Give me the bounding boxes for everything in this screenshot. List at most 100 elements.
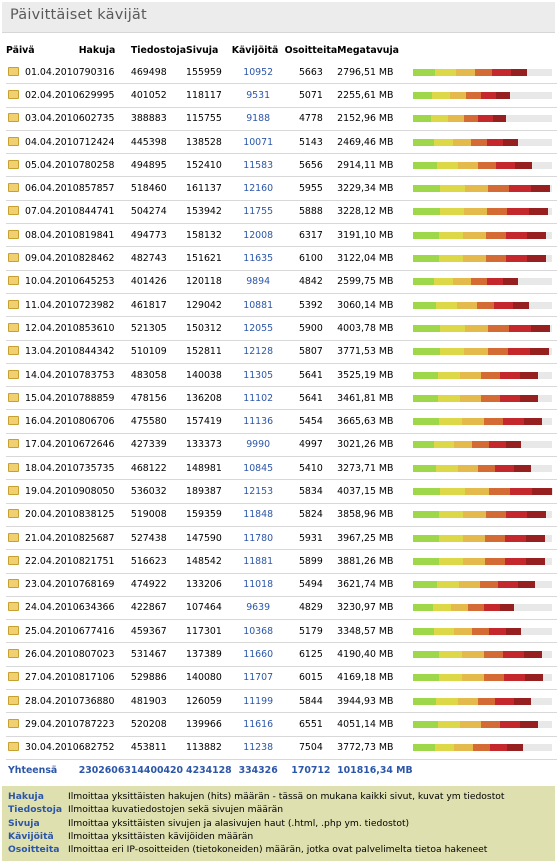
row-osoitteita: 6125 [285, 643, 338, 666]
row-kavijoita[interactable]: 11635 [232, 247, 285, 270]
traffic-bar-remainder [510, 92, 552, 99]
row-kavijoita[interactable]: 11660 [232, 643, 285, 666]
traffic-bar-segment [468, 604, 483, 611]
traffic-bar-remainder [518, 278, 551, 285]
row-tiedostoja: 494895 [131, 154, 186, 177]
row-kavijoita[interactable]: 10881 [232, 293, 285, 316]
row-date-cell: 12.04.2010 [6, 317, 79, 340]
row-bar-cell [413, 573, 557, 596]
traffic-bar-segment [439, 558, 463, 565]
traffic-bar-segment [464, 208, 487, 215]
traffic-bar [413, 558, 552, 565]
row-kavijoita[interactable]: 11755 [232, 200, 285, 223]
row-kavijoita[interactable]: 10071 [232, 130, 285, 153]
traffic-bar-segment [454, 441, 472, 448]
row-sivuja: 133206 [186, 573, 232, 596]
row-kavijoita[interactable]: 11238 [232, 736, 285, 759]
table-row: 28.04.2010736880481903126059111995844394… [6, 690, 557, 713]
row-kavijoita[interactable]: 11305 [232, 363, 285, 386]
row-megatavuja: 4003,78 MB [337, 317, 413, 340]
row-kavijoita[interactable]: 10952 [232, 61, 285, 84]
row-osoitteita: 4842 [285, 270, 338, 293]
row-bar-cell [413, 200, 557, 223]
row-sivuja: 126059 [186, 690, 232, 713]
traffic-bar-segment [465, 488, 489, 495]
traffic-bar-segment [462, 651, 484, 658]
traffic-bar-segment [462, 674, 484, 681]
row-kavijoita[interactable]: 11583 [232, 154, 285, 177]
traffic-bar-segment [456, 69, 475, 76]
folder-icon [8, 626, 19, 635]
traffic-bar-segment [526, 558, 545, 565]
legend-term[interactable]: Osoitteita [8, 843, 68, 856]
row-kavijoita[interactable]: 9639 [232, 596, 285, 619]
traffic-bar [413, 581, 552, 588]
row-date: 03.04.2010 [25, 113, 79, 124]
traffic-bar-segment [413, 208, 440, 215]
row-kavijoita[interactable]: 12128 [232, 340, 285, 363]
row-kavijoita[interactable]: 11018 [232, 573, 285, 596]
folder-icon [8, 206, 19, 215]
row-hakuja: 853610 [79, 317, 131, 340]
row-kavijoita[interactable]: 12008 [232, 224, 285, 247]
traffic-bar-segment [439, 418, 462, 425]
traffic-bar-segment [509, 325, 531, 332]
row-bar-cell [413, 736, 557, 759]
table-row: 15.04.2010788859478156136208111025641346… [6, 387, 557, 410]
traffic-bar-segment [506, 255, 527, 262]
traffic-bar [413, 441, 552, 448]
traffic-bar-segment [503, 139, 518, 146]
row-kavijoita[interactable]: 11136 [232, 410, 285, 433]
folder-icon [8, 486, 19, 495]
legend-term[interactable]: Hakuja [8, 790, 68, 803]
row-kavijoita[interactable]: 11848 [232, 503, 285, 526]
row-tiedostoja: 475580 [131, 410, 186, 433]
traffic-bar-segment [486, 232, 506, 239]
row-sivuja: 118117 [186, 84, 232, 107]
row-kavijoita[interactable]: 9990 [232, 433, 285, 456]
folder-icon [8, 393, 19, 402]
row-kavijoita[interactable]: 10368 [232, 620, 285, 643]
table-row: 30.04.2010682752453811113882112387504377… [6, 736, 557, 759]
row-megatavuja: 4190,40 MB [337, 643, 413, 666]
table-body: 01.04.2010790316469498155959109525663279… [6, 61, 557, 759]
legend-term[interactable]: Tiedostoja [8, 803, 68, 816]
legend-term[interactable]: Kävijöitä [8, 830, 68, 843]
row-kavijoita[interactable]: 9894 [232, 270, 285, 293]
row-date: 12.04.2010 [25, 323, 79, 334]
traffic-bar-segment [463, 232, 486, 239]
row-kavijoita[interactable]: 12153 [232, 480, 285, 503]
traffic-bar-segment [439, 674, 463, 681]
traffic-bar-segment [464, 115, 478, 122]
row-kavijoita[interactable]: 9531 [232, 84, 285, 107]
row-tiedostoja: 531467 [131, 643, 186, 666]
row-tiedostoja: 518460 [131, 177, 186, 200]
row-kavijoita[interactable]: 12160 [232, 177, 285, 200]
row-kavijoita[interactable]: 11616 [232, 713, 285, 736]
traffic-bar-remainder [545, 558, 552, 565]
folder-icon [8, 556, 19, 565]
traffic-bar-remainder [538, 395, 552, 402]
row-kavijoita[interactable]: 11102 [232, 387, 285, 410]
row-kavijoita[interactable]: 9188 [232, 107, 285, 130]
row-date: 22.04.2010 [25, 556, 79, 567]
traffic-bar-segment [532, 488, 552, 495]
row-kavijoita[interactable]: 10845 [232, 457, 285, 480]
header-bar [413, 39, 557, 61]
row-kavijoita[interactable]: 11780 [232, 526, 285, 549]
folder-icon [8, 672, 19, 681]
row-megatavuja: 3621,74 MB [337, 573, 413, 596]
traffic-bar-segment [514, 465, 531, 472]
legend-term[interactable]: Sivuja [8, 817, 68, 830]
traffic-bar-segment [413, 115, 432, 122]
row-hakuja: 736880 [79, 690, 131, 713]
row-kavijoita[interactable]: 12055 [232, 317, 285, 340]
row-kavijoita[interactable]: 11199 [232, 690, 285, 713]
traffic-bar-segment [486, 255, 506, 262]
row-osoitteita: 5888 [285, 200, 338, 223]
row-kavijoita[interactable]: 11707 [232, 666, 285, 689]
folder-icon [8, 416, 19, 425]
row-osoitteita: 5807 [285, 340, 338, 363]
row-date-cell: 05.04.2010 [6, 154, 79, 177]
row-kavijoita[interactable]: 11881 [232, 550, 285, 573]
